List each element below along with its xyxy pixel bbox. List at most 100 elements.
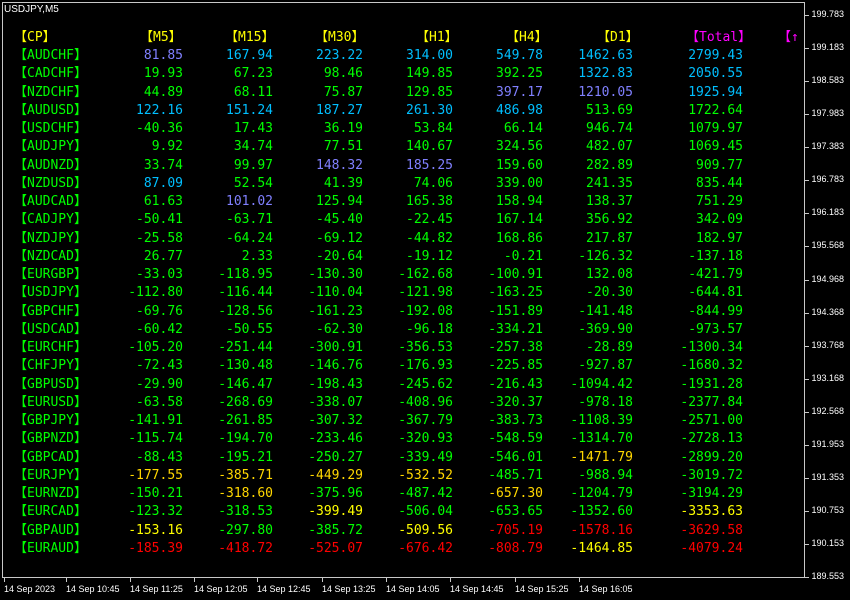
table-row: 【AUDUSD】 122.16 151.24 187.27 261.30 486.98 51… bbox=[0, 102, 800, 120]
table-row: 【GBPAUD】 -153.16 -297.80 -385.72 -509.56 -705… bbox=[0, 522, 800, 540]
value-m30: -449.29 bbox=[308, 467, 363, 483]
table-row: 【EURAUD】 -185.39 -418.72 -525.07 -676.42 -808… bbox=[0, 540, 800, 558]
time-tick-mark bbox=[579, 578, 580, 582]
value-m5: -105.20 bbox=[128, 340, 183, 355]
price-tick-label: 189.553 bbox=[811, 571, 844, 582]
value-m30: 75.87 bbox=[323, 84, 363, 100]
value-d1: -20.30 bbox=[586, 285, 633, 301]
table-row: 【GBPCHF】 -69.76 -128.56 -161.23 -192.08 -151.… bbox=[0, 303, 800, 321]
price-tick-mark bbox=[805, 147, 809, 149]
table-row: 【NZDJPY】 -25.58 -64.24 -69.12 -44.82 168.86 21… bbox=[0, 230, 800, 248]
price-tick-mark bbox=[805, 411, 809, 413]
value-h1: 261.30 bbox=[406, 102, 453, 118]
price-tick-label: 195.568 bbox=[811, 240, 844, 251]
value-h1: -367.79 bbox=[398, 413, 453, 428]
value-total: -2728.13 bbox=[680, 431, 743, 447]
value-h1: -162.68 bbox=[398, 267, 453, 282]
pair-label: 【GBPJPY】 bbox=[14, 413, 87, 428]
value-h1: 149.85 bbox=[406, 66, 453, 82]
table-row: 【EURJPY】 -177.55 -385.71 -449.29 -532.52 -485… bbox=[0, 467, 800, 485]
value-m30: -338.07 bbox=[308, 394, 363, 410]
value-m30: 77.51 bbox=[323, 139, 363, 155]
price-tick-mark bbox=[805, 81, 809, 83]
value-h4: 66.14 bbox=[503, 121, 543, 136]
time-tick-mark bbox=[257, 578, 258, 582]
value-m5: 9.92 bbox=[151, 139, 183, 155]
price-tick-label: 196.783 bbox=[811, 174, 844, 185]
value-h1: -245.62 bbox=[398, 376, 453, 392]
table-row: 【GBPCAD】 -88.43 -195.21 -250.27 -339.49 -546.… bbox=[0, 449, 800, 467]
table-row: 【GBPJPY】 -141.91 -261.85 -307.32 -367.79 -383… bbox=[0, 412, 800, 430]
value-m5: 81.85 bbox=[143, 48, 183, 63]
value-m30: -250.27 bbox=[308, 449, 363, 465]
value-d1: 1322.83 bbox=[578, 66, 633, 82]
price-tick-mark bbox=[805, 378, 809, 380]
price-tick-label: 194.968 bbox=[811, 273, 844, 284]
value-m30: -45.40 bbox=[316, 212, 363, 228]
value-h1: 165.38 bbox=[406, 194, 453, 209]
price-tick-mark bbox=[805, 246, 809, 248]
value-d1: -1314.70 bbox=[570, 431, 633, 447]
value-total: -1680.32 bbox=[680, 358, 743, 374]
value-m15: -63.71 bbox=[226, 212, 273, 228]
value-m30: 187.27 bbox=[316, 102, 363, 118]
value-total: 2799.43 bbox=[688, 48, 743, 63]
value-h4: -163.25 bbox=[488, 285, 543, 301]
value-h1: -487.42 bbox=[398, 486, 453, 501]
header-cp: 【CP】 bbox=[14, 30, 56, 45]
value-h4: -705.19 bbox=[488, 522, 543, 538]
time-tick-label: 14 Sep 16:05 bbox=[579, 584, 633, 594]
table-row: 【EURCAD】 -123.32 -318.53 -399.49 -506.04 -653… bbox=[0, 503, 800, 521]
value-m5: 19.93 bbox=[143, 66, 183, 82]
header-h1: 【H1】 bbox=[416, 30, 458, 45]
value-total: -1931.28 bbox=[680, 376, 743, 392]
value-d1: -1094.42 bbox=[570, 376, 633, 392]
value-h1: -320.93 bbox=[398, 431, 453, 447]
table-row: 【AUDNZD】 33.74 99.97 148.32 185.25 159.60 282.… bbox=[0, 157, 800, 175]
time-tick-mark bbox=[194, 578, 195, 582]
value-total: 1069.45 bbox=[688, 139, 743, 155]
table-row: 【AUDJPY】 9.92 34.74 77.51 140.67 324.56 482.07… bbox=[0, 138, 800, 156]
price-tick-label: 199.183 bbox=[811, 42, 844, 53]
pair-label: 【GBPUSD】 bbox=[14, 376, 87, 392]
value-total: -644.81 bbox=[688, 285, 743, 301]
value-h1: -509.56 bbox=[398, 522, 453, 538]
value-m15: -418.72 bbox=[218, 540, 273, 556]
value-total: -4079.24 bbox=[680, 540, 743, 556]
value-m30: -69.12 bbox=[316, 230, 363, 246]
pair-label: 【CADJPY】 bbox=[14, 212, 87, 228]
price-tick-label: 199.783 bbox=[811, 9, 844, 19]
price-tick-label: 190.753 bbox=[811, 505, 844, 516]
value-m15: -64.24 bbox=[226, 230, 273, 246]
value-h4: -334.21 bbox=[488, 321, 543, 337]
value-h4: -100.91 bbox=[488, 267, 543, 282]
table-row: 【GBPUSD】 -29.90 -146.47 -198.43 -245.62 -216.… bbox=[0, 376, 800, 394]
value-d1: -1471.79 bbox=[570, 449, 633, 465]
pair-label: 【AUDUSD】 bbox=[14, 102, 87, 118]
pair-label: 【USDCHF】 bbox=[14, 121, 87, 136]
value-m5: 61.63 bbox=[143, 194, 183, 209]
table-row: 【EURUSD】 -63.58 -268.69 -338.07 -408.96 -320.… bbox=[0, 394, 800, 412]
value-h4: 397.17 bbox=[496, 84, 543, 100]
time-tick-label: 14 Sep 2023 bbox=[4, 584, 56, 594]
value-d1: 138.37 bbox=[586, 194, 633, 209]
value-total: 2050.55 bbox=[688, 66, 743, 82]
value-m30: -233.46 bbox=[308, 431, 363, 447]
value-m15: 17.43 bbox=[233, 121, 273, 136]
value-d1: 946.74 bbox=[586, 121, 633, 136]
value-h4: -257.38 bbox=[488, 340, 543, 355]
value-m15: 67.23 bbox=[233, 66, 273, 82]
value-m5: -72.43 bbox=[136, 358, 183, 374]
table-row: 【USDCHF】 -40.36 17.43 36.19 53.84 66.14 946.74… bbox=[0, 120, 800, 138]
value-m15: -318.53 bbox=[218, 504, 273, 520]
time-tick-mark bbox=[66, 578, 67, 582]
value-d1: -1578.16 bbox=[570, 522, 633, 538]
value-h1: -408.96 bbox=[398, 394, 453, 410]
pair-label: 【GBPCHF】 bbox=[14, 303, 87, 319]
value-h1: -19.12 bbox=[406, 248, 453, 264]
value-m5: 122.16 bbox=[136, 102, 183, 118]
value-total: 1079.97 bbox=[688, 121, 743, 136]
value-h4: 486.98 bbox=[496, 102, 543, 118]
value-m15: -146.47 bbox=[218, 376, 273, 392]
value-m15: 101.02 bbox=[226, 194, 273, 209]
